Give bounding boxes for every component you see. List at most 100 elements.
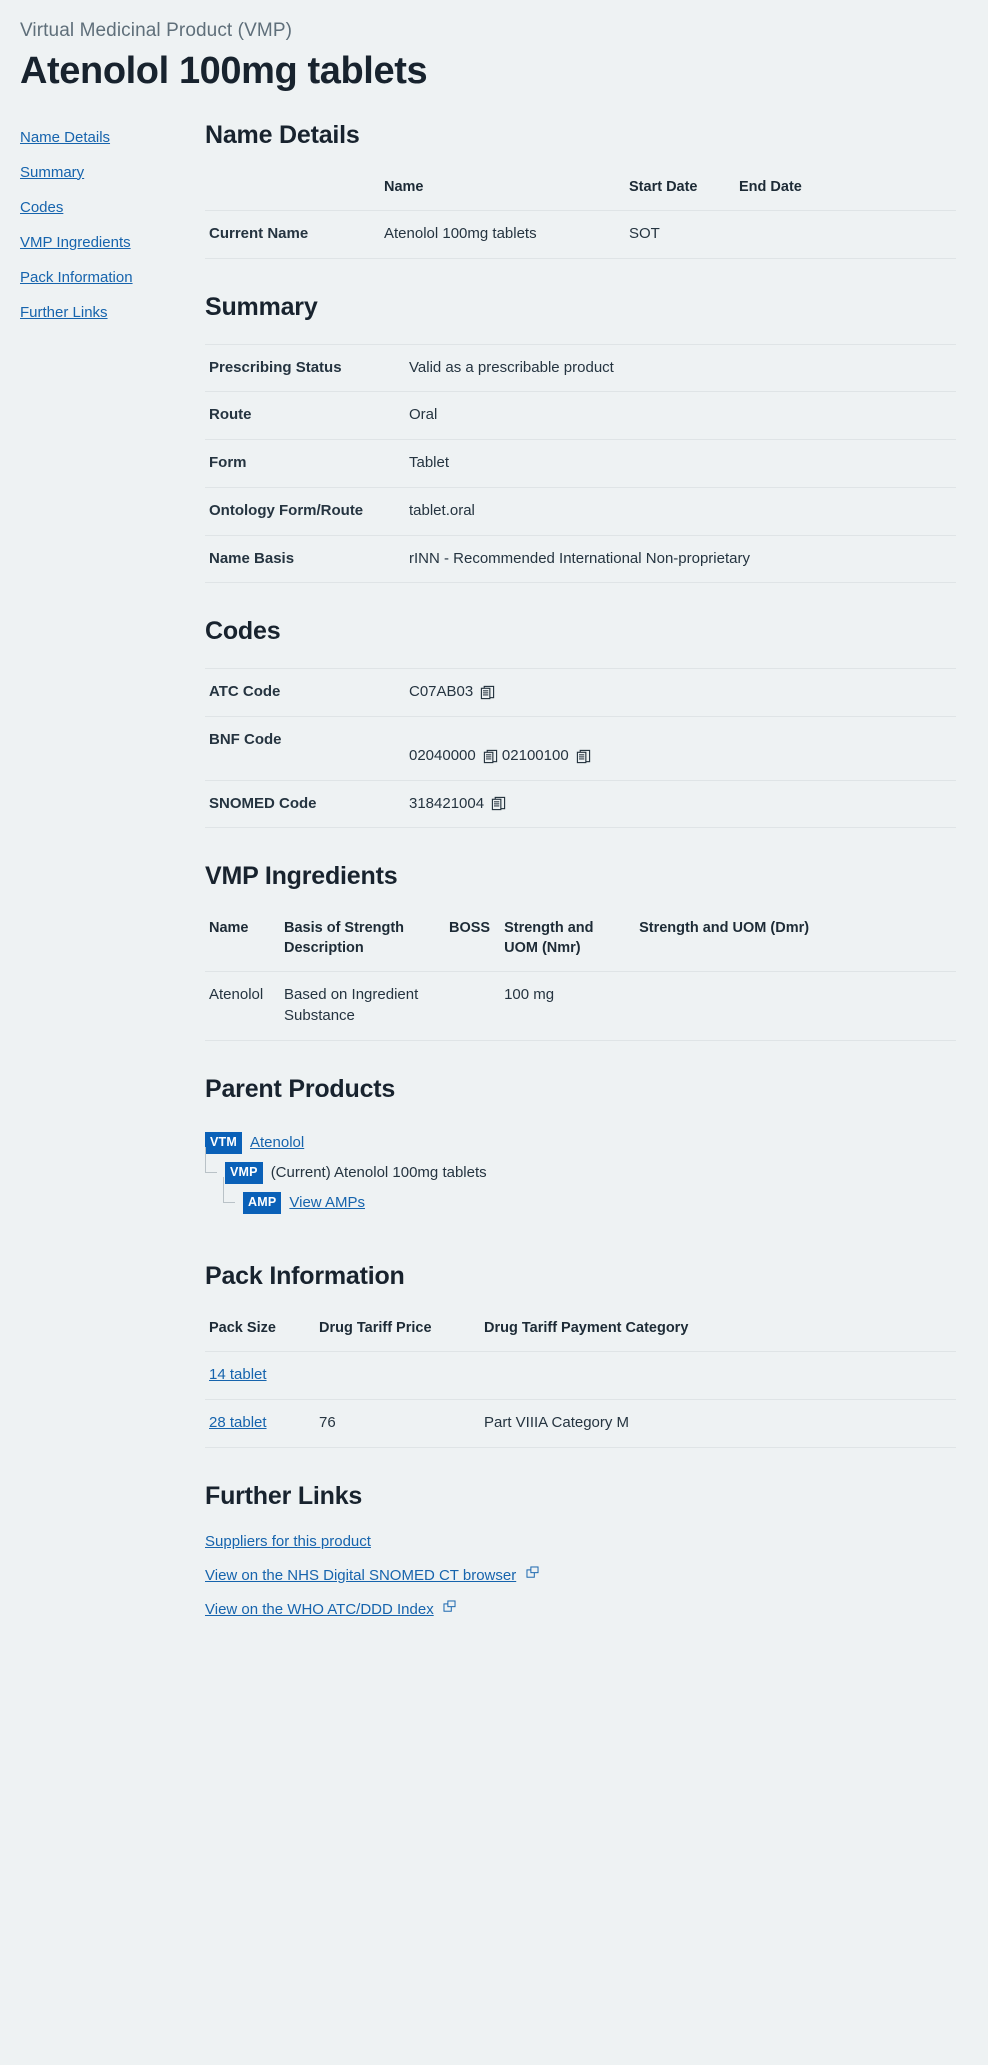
page-kicker: Virtual Medicinal Product (VMP) [20,20,293,41]
code-text: 02100100 [501,746,569,764]
copy-icon[interactable] [576,749,591,764]
main-content: Name Details Name Start Date End Date Cu… [205,121,956,1668]
suppliers-link[interactable]: Suppliers for this product [205,1533,371,1550]
table-row: Ontology Form/Route tablet.oral [205,486,956,536]
sidebar-item-further-links[interactable]: Further Links [20,304,108,321]
vmp-detail-page: Virtual Medicinal Product (VMP) Atenolol… [0,0,988,1708]
row-label-bnf-code: BNF Code [205,715,405,781]
section-parent-products: Parent Products VTM Atenolol VMP (Curren… [205,1075,956,1218]
summary-heading: Summary [205,292,318,321]
table-row: Prescribing Status Valid as a prescribab… [205,343,956,392]
table-row: Name Basis rINN - Recommended Internatio… [205,534,956,584]
vtm-link[interactable]: Atenolol [250,1134,304,1151]
row-label-route: Route [205,391,405,440]
section-codes: Codes ATC Code C07AB03 BNF Code 02040000… [205,617,956,829]
further-link-row: View on the WHO ATC/DDD Index [205,1600,956,1634]
cell-category [480,1351,956,1400]
copy-icon[interactable] [480,685,495,700]
row-value-ontology-form-route: tablet.oral [405,486,956,536]
snomed-browser-link[interactable]: View on the NHS Digital SNOMED CT browse… [205,1567,516,1584]
name-details-table: Name Start Date End Date Current Name At… [205,172,956,259]
section-further-links: Further Links Suppliers for this product… [205,1482,956,1634]
tree-node-amp: AMP View AMPs [205,1176,956,1218]
code-text: C07AB03 [409,683,474,701]
copy-icon[interactable] [483,749,498,764]
parent-products-tree: VTM Atenolol VMP (Current) Atenolol 100m… [205,1126,956,1218]
table-row: 14 tablet [205,1351,956,1400]
col-basis-of-strength-description: Basis of Strength Description [284,920,405,956]
section-summary: Summary Prescribing Status Valid as a pr… [205,292,956,584]
sidebar-item-name-details[interactable]: Name Details [20,129,110,146]
row-value-bnf-code: 02040000 02100100 [405,715,956,781]
col-strength-uom-nmr: Strength and UOM (Nmr) [504,920,594,956]
col-strength-uom-dmr: Strength and UOM (Dmr) [639,920,810,937]
col-drug-tariff-price: Drug Tariff Price [319,1319,432,1336]
sidebar-item-vmp-ingredients[interactable]: VMP Ingredients [20,234,131,251]
code-value-item: 02100100 [502,746,591,767]
table-row: SNOMED Code 318421004 [205,779,956,829]
cell-start-date: SOT [625,210,735,259]
table-row: Route Oral [205,391,956,440]
col-start-date: Start Date [629,178,698,195]
table-header-row: Pack Size Drug Tariff Price Drug Tariff … [205,1313,956,1352]
table-row: 28 tablet 76 Part VIIIA Category M [205,1399,956,1448]
section-vmp-ingredients: VMP Ingredients Name Basis of Strength D… [205,862,956,1041]
further-link-row: Suppliers for this product [205,1533,956,1566]
amp-badge: AMP [243,1192,282,1214]
sidebar-item-pack-information[interactable]: Pack Information [20,269,133,286]
table-row: BNF Code 02040000 02100100 [205,715,956,781]
row-label-atc-code: ATC Code [205,668,405,717]
view-amps-link[interactable]: View AMPs [289,1194,365,1211]
sidebar-item-summary[interactable]: Summary [20,164,84,181]
vmp-ingredients-heading: VMP Ingredients [205,862,398,891]
tree-elbow-icon [223,1176,235,1203]
cell-strength-nmr: 100 mg [500,971,636,1041]
name-details-heading: Name Details [205,120,360,149]
code-text: 02040000 [409,746,476,764]
copy-icon[interactable] [491,796,506,811]
row-label-prescribing-status: Prescribing Status [205,343,405,392]
tree-elbow-icon [205,1146,217,1173]
section-name-details: Name Details Name Start Date End Date Cu… [205,121,956,259]
row-value-name-basis: rINN - Recommended International Non-pro… [405,534,956,584]
cell-name: Atenolol 100mg tablets [380,210,625,259]
page-title: Atenolol 100mg tablets [20,50,428,92]
pack-size-link[interactable]: 14 tablet [209,1366,267,1383]
code-text: 318421004 [409,794,485,812]
table-header-row: Name Start Date End Date [205,172,956,211]
row-label-form: Form [205,439,405,488]
cell-strength-dmr [635,971,956,1041]
tree-indent [205,1146,225,1188]
row-label-snomed-code: SNOMED Code [205,779,405,829]
codes-heading: Codes [205,617,281,646]
who-atc-ddd-link[interactable]: View on the WHO ATC/DDD Index [205,1601,434,1618]
cell-category: Part VIIIA Category M [480,1399,956,1448]
page-layout: Name Details Summary Codes VMP Ingredien… [20,121,956,1668]
col-pack-size: Pack Size [209,1319,276,1336]
cell-price: 76 [315,1399,480,1448]
further-links-heading: Further Links [205,1481,363,1510]
external-link-icon [443,1600,456,1613]
table-row: ATC Code C07AB03 [205,668,956,717]
tree-indent [205,1176,243,1218]
cell-basis: Based on Ingredient Substance [280,971,445,1041]
col-drug-tariff-payment-category: Drug Tariff Payment Category [484,1319,689,1336]
cell-boss [445,971,501,1041]
cell-ingredient-name: Atenolol [205,971,280,1041]
row-value-form: Tablet [405,439,956,488]
col-ingredient-name: Name [209,920,249,937]
col-name-value: Name [384,178,424,195]
table-row: Form Tablet [205,439,956,488]
pack-size-link[interactable]: 28 tablet [209,1414,267,1431]
sidebar-item-codes[interactable]: Codes [20,199,63,216]
code-value-item: 02040000 [409,746,498,767]
parent-products-heading: Parent Products [205,1074,396,1103]
vmp-label: (Current) Atenolol 100mg tablets [270,1164,487,1182]
codes-table: ATC Code C07AB03 BNF Code 02040000 02100… [205,668,956,829]
col-boss: BOSS [449,920,491,937]
section-pack-information: Pack Information Pack Size Drug Tariff P… [205,1262,956,1448]
cell-pack-size: 28 tablet [205,1399,315,1448]
tree-node-vmp: VMP (Current) Atenolol 100mg tablets [205,1146,956,1188]
row-label: Current Name [205,210,380,259]
pack-information-table: Pack Size Drug Tariff Price Drug Tariff … [205,1313,956,1448]
